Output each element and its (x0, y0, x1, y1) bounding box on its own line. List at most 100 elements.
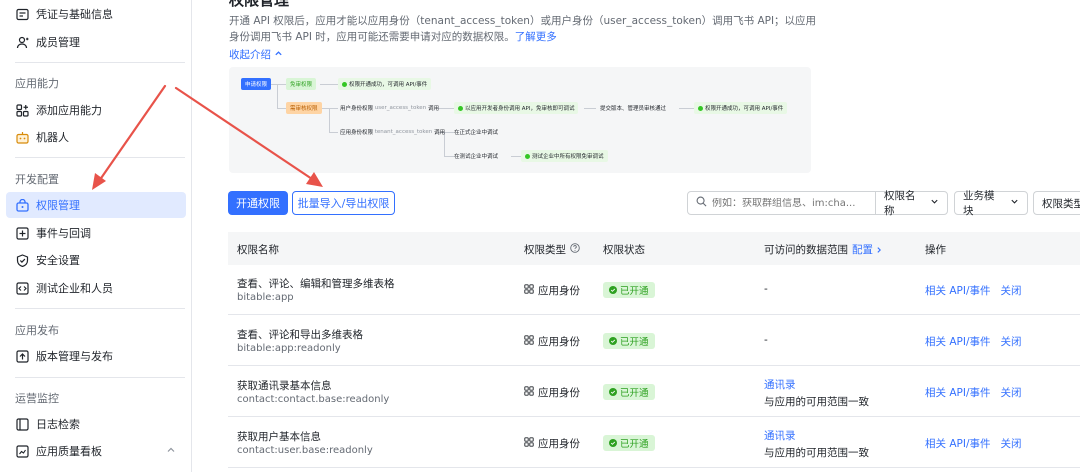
sidebar-divider (15, 62, 185, 63)
page-description: 开通 API 权限后，应用才能以应用身份（tenant_access_token… (229, 13, 819, 45)
sidebar-item-add-capability[interactable]: 添加应用能力 (6, 97, 186, 123)
header-scope: 可访问的数据范围 配置 (764, 242, 883, 257)
status-badge: 已开通 (603, 384, 655, 400)
event-icon (16, 226, 29, 240)
row-actions: 相关 API/事件 关闭 (925, 436, 1022, 451)
scope-contacts-link[interactable]: 通讯录 (764, 377, 796, 392)
flow-connector (511, 156, 521, 157)
status-badge: 已开通 (603, 435, 655, 451)
scope-value: - (764, 283, 768, 295)
close-permission-link[interactable]: 关闭 (1001, 385, 1022, 400)
flow-no-review: 免审权限 (286, 78, 317, 90)
batch-import-export-button[interactable]: 批量导入/导出权限 (292, 191, 395, 215)
flow-final-result: 权限开通成功，可调用 API/事件 (694, 102, 788, 114)
sidebar-item-label: 版本管理与发布 (36, 350, 113, 363)
chevron-down-icon (930, 197, 939, 209)
sidebar-item-members[interactable]: 成员管理 (6, 29, 186, 55)
filter-label: 业务模块 (963, 190, 995, 217)
permission-name: 获取用户基本信息 (237, 431, 321, 443)
flow-test-result: 测试企业中所有权限免审调试 (521, 150, 608, 162)
flow-text: 调用 (427, 106, 439, 112)
sidebar-item-label: 事件与回调 (36, 227, 91, 240)
check-circle-icon (609, 388, 617, 396)
related-api-link[interactable]: 相关 API/事件 (925, 334, 991, 349)
flow-text: 应用身份权限 (340, 130, 374, 136)
related-api-link[interactable]: 相关 API/事件 (925, 283, 991, 298)
success-dot-icon (342, 81, 347, 87)
permission-type: 应用身份 (524, 385, 580, 400)
sidebar-item-events[interactable]: 事件与回调 (6, 220, 186, 246)
table-row: 获取用户基本信息 contact:user.base:readonly 应用身份… (228, 418, 1080, 468)
flow-text: 权限开通成功，可调用 API/事件 (349, 82, 428, 88)
sidebar-section-release: 应用发布 (15, 324, 59, 337)
flow-app-identity: 应用身份权限 tenant_access_token 调用 (336, 126, 449, 138)
chevron-up-icon[interactable] (166, 445, 176, 458)
sidebar-divider (15, 157, 185, 158)
scope-value: 与应用的可用范围一致 (764, 447, 869, 459)
success-dot-icon (525, 153, 530, 159)
sidebar-item-test-enterprise[interactable]: 测试企业和人员 (6, 275, 186, 301)
header-label: 可访问的数据范围 (764, 244, 848, 256)
flow-apply: 申请权限 (241, 78, 272, 90)
sidebar-item-permissions[interactable]: 权限管理 (6, 192, 186, 218)
close-permission-link[interactable]: 关闭 (1001, 283, 1022, 298)
search-box[interactable] (687, 191, 876, 215)
close-permission-link[interactable]: 关闭 (1001, 436, 1022, 451)
sidebar-item-security[interactable]: 安全设置 (6, 247, 186, 273)
scope-config-link[interactable]: 配置 (852, 242, 883, 257)
filter-business-module[interactable]: 业务模块 (954, 190, 1028, 217)
app-identity-icon (524, 437, 534, 450)
sidebar-divider (15, 377, 185, 378)
member-icon (16, 36, 29, 49)
check-circle-icon (609, 286, 617, 294)
enable-permission-button[interactable]: 开通权限 (228, 191, 288, 215)
learn-more-link[interactable]: 了解更多 (515, 31, 557, 43)
sidebar-item-versions[interactable]: 版本管理与发布 (6, 343, 186, 369)
code-icon (16, 281, 29, 295)
sidebar-item-label: 测试企业和人员 (36, 282, 113, 295)
check-circle-icon (609, 439, 617, 447)
status-label: 已开通 (620, 337, 649, 348)
sidebar-item-quality-dashboard[interactable]: 应用质量看板 (6, 438, 186, 464)
row-actions: 相关 API/事件 关闭 (925, 283, 1022, 298)
sidebar-divider (15, 308, 185, 309)
flow-connector (679, 108, 694, 109)
header-label: 权限类型 (524, 244, 566, 256)
flow-text: 以应用开发者身份调用 API，免审核即可调试 (465, 106, 575, 112)
log-icon (16, 417, 29, 431)
header-type: 权限类型 (524, 242, 580, 257)
related-api-link[interactable]: 相关 API/事件 (925, 385, 991, 400)
sidebar-item-logs[interactable]: 日志检索 (6, 411, 186, 437)
close-permission-link[interactable]: 关闭 (1001, 334, 1022, 349)
type-label: 应用身份 (538, 285, 580, 297)
sidebar-item-credentials[interactable]: 凭证与基础信息 (6, 1, 186, 27)
check-circle-icon (609, 337, 617, 345)
permission-code: contact:user.base:readonly (237, 445, 373, 456)
filter-label: 权限名称 (884, 190, 916, 217)
flow-token: user_access_token (374, 105, 427, 111)
app-identity-icon (524, 386, 534, 399)
flow-no-review-result: 权限开通成功，可调用 API/事件 (338, 78, 432, 90)
permission-name: 查看、评论和导出多维表格 (237, 329, 363, 341)
permission-name: 获取通讯录基本信息 (237, 380, 332, 392)
chevron-down-icon (1010, 197, 1019, 209)
scope-contacts-link[interactable]: 通讯录 (764, 428, 796, 443)
main-content: 权限管理 开通 API 权限后，应用才能以应用身份（tenant_access_… (193, 0, 1080, 472)
search-input[interactable] (712, 197, 862, 209)
type-label: 应用身份 (538, 438, 580, 450)
permission-name: 查看、评论、编辑和管理多维表格 (237, 278, 395, 290)
flow-connector (277, 108, 286, 109)
flow-user-identity: 用户身份权限 user_access_token 调用 (336, 102, 443, 114)
related-api-link[interactable]: 相关 API/事件 (925, 436, 991, 451)
filter-permission-name[interactable]: 权限名称 (875, 190, 948, 217)
help-icon[interactable] (570, 243, 580, 256)
sidebar-item-robot[interactable]: 机器人 (6, 124, 186, 150)
scope-config-label: 配置 (852, 244, 873, 256)
collapse-intro-toggle[interactable]: 收起介绍 (229, 47, 283, 62)
filter-permission-type[interactable]: 权限类型 (1033, 191, 1080, 215)
flow-connector (584, 108, 596, 109)
chevron-right-icon (877, 246, 881, 253)
status-label: 已开通 (620, 439, 649, 450)
permission-code: contact:contact.base:readonly (237, 394, 390, 405)
row-actions: 相关 API/事件 关闭 (925, 334, 1022, 349)
